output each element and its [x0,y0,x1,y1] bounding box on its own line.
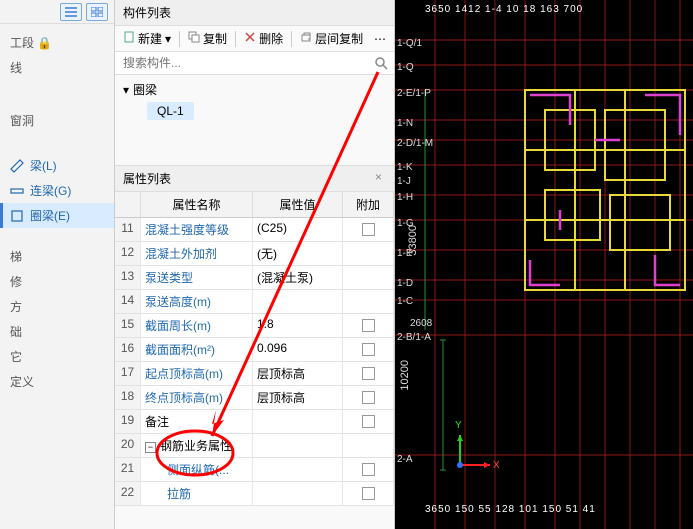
x-axis-label: X [493,460,500,471]
axis-label: 1-J [397,176,411,187]
nav-item[interactable]: 础 [0,319,114,344]
collapse-icon[interactable]: ▾ [123,83,129,97]
bottom-ruler: 3650 150 55 128 101 150 51 41 [395,504,693,515]
property-row[interactable]: 18终点顶标高(m)层顶标高 [115,386,394,410]
ring-beam-icon [10,209,24,223]
axis-label: 2-B/1-A [397,332,431,343]
axis-label: 1-Q [397,62,414,73]
component-toolbar: 新建 ▾ 复制 删除 层间复制 ⋯ [115,26,394,52]
property-row[interactable]: 12混凝土外加剂(无) [115,242,394,266]
checkbox[interactable] [362,223,375,236]
search-icon[interactable] [374,56,388,73]
property-row[interactable]: 22拉筋 [115,482,394,506]
component-list-title: 构件列表 [115,0,394,26]
expand-icon[interactable]: − [145,442,156,453]
delete-button[interactable]: 删除 [240,28,287,49]
property-row[interactable]: 16截面面积(m²)0.096 [115,338,394,362]
nav-item[interactable]: 定义 [0,369,114,394]
axis-label: 1-D [397,278,413,289]
checkbox[interactable] [362,319,375,332]
checkbox[interactable] [362,415,375,428]
checkbox[interactable] [362,391,375,404]
nav-item[interactable]: 修 [0,269,114,294]
property-row[interactable]: 11混凝土强度等级(C25) [115,218,394,242]
axis-label: 2-E/1-P [397,88,431,99]
layer-copy-icon [300,31,312,46]
property-header: 属性名称 属性值 附加 [115,192,394,218]
property-row[interactable]: 20−钢筋业务属性 [115,434,394,458]
nav-item[interactable]: 它 [0,344,114,369]
checkbox[interactable] [362,487,375,500]
header-name: 属性名称 [141,192,253,217]
axis-label: 1-K [397,162,413,173]
property-rows: 11混凝土强度等级(C25)12混凝土外加剂(无)13泵送类型(混凝土泵)14泵… [115,218,394,529]
property-row[interactable]: 19备注 [115,410,394,434]
dimension-33800: 33800 [407,225,419,256]
checkbox[interactable] [362,463,375,476]
nav-label: 梁(L) [30,157,57,174]
nav-item[interactable]: 工段 🔒 [0,30,114,55]
axis-label: 1-H [397,192,413,203]
nav-ring-beam[interactable]: 圈梁(E) [0,203,114,228]
nav-label: 圈梁(E) [30,207,70,224]
header-value: 属性值 [253,192,343,217]
search-box [115,52,394,75]
copy-icon [188,31,200,46]
more-button[interactable]: ⋯ [370,30,390,48]
property-row[interactable]: 15截面周长(m)1.8 [115,314,394,338]
property-row[interactable]: 21侧面纵筋(... [115,458,394,482]
new-icon [123,31,135,46]
axis-label: 1-Q/1 [397,38,422,49]
view-grid-icon[interactable] [86,3,108,21]
link-beam-icon [10,184,24,198]
tree-parent[interactable]: ▾ 圈梁 [123,81,386,98]
nav-label: 连梁(G) [30,182,71,199]
property-row[interactable]: 13泵送类型(混凝土泵) [115,266,394,290]
nav-item[interactable]: 窗洞 [0,108,114,133]
sidebar-header [0,0,114,24]
nav-item[interactable]: 方 [0,294,114,319]
property-row[interactable]: 14泵送高度(m) [115,290,394,314]
dimension-10200: 10200 [399,360,411,391]
category-sidebar: 工段 🔒 线 窗洞 梁(L) 连梁(G) 圈梁(E) 梯 修 方 础 它 定义 [0,0,115,529]
view-list-icon[interactable] [60,3,82,21]
new-button[interactable]: 新建 ▾ [119,28,175,49]
y-axis-label: Y [455,420,462,431]
nav-items: 工段 🔒 线 窗洞 梁(L) 连梁(G) 圈梁(E) 梯 修 方 础 它 定义 [0,24,114,400]
nav-link-beam[interactable]: 连梁(G) [0,178,114,203]
axis-label: 2-D/1-M [397,138,433,149]
nav-item[interactable]: 梯 [0,244,114,269]
property-row[interactable]: 17起点顶标高(m)层顶标高 [115,362,394,386]
axis-label: 2-A [397,454,413,465]
tree-child-ql1[interactable]: QL-1 [147,102,194,120]
nav-item[interactable]: 线 [0,55,114,80]
drawing-canvas[interactable]: 3650 1412 1-4 10 18 163 700 3650 150 55 … [395,0,693,529]
axis-label: 1-C [397,296,413,307]
floor-plan [395,0,693,529]
dropdown-icon: ▾ [165,32,171,46]
delete-icon [244,31,256,46]
search-input[interactable] [115,52,394,74]
close-icon[interactable]: × [371,170,386,187]
header-extra: 附加 [343,192,394,217]
checkbox[interactable] [362,367,375,380]
axis-label: 1-N [397,118,413,129]
top-ruler: 3650 1412 1-4 10 18 163 700 [395,4,693,15]
layer-copy-button[interactable]: 层间复制 [296,28,367,49]
checkbox[interactable] [362,343,375,356]
component-tree: ▾ 圈梁 QL-1 [115,75,394,165]
component-panel: 构件列表 新建 ▾ 复制 删除 层间复制 ⋯ ▾ 圈梁 [115,0,395,529]
copy-button[interactable]: 复制 [184,28,231,49]
nav-beam[interactable]: 梁(L) [0,153,114,178]
beam-icon [10,159,24,173]
property-panel-title: 属性列表 × [115,165,394,192]
dimension-2608: 2608 [410,318,432,329]
